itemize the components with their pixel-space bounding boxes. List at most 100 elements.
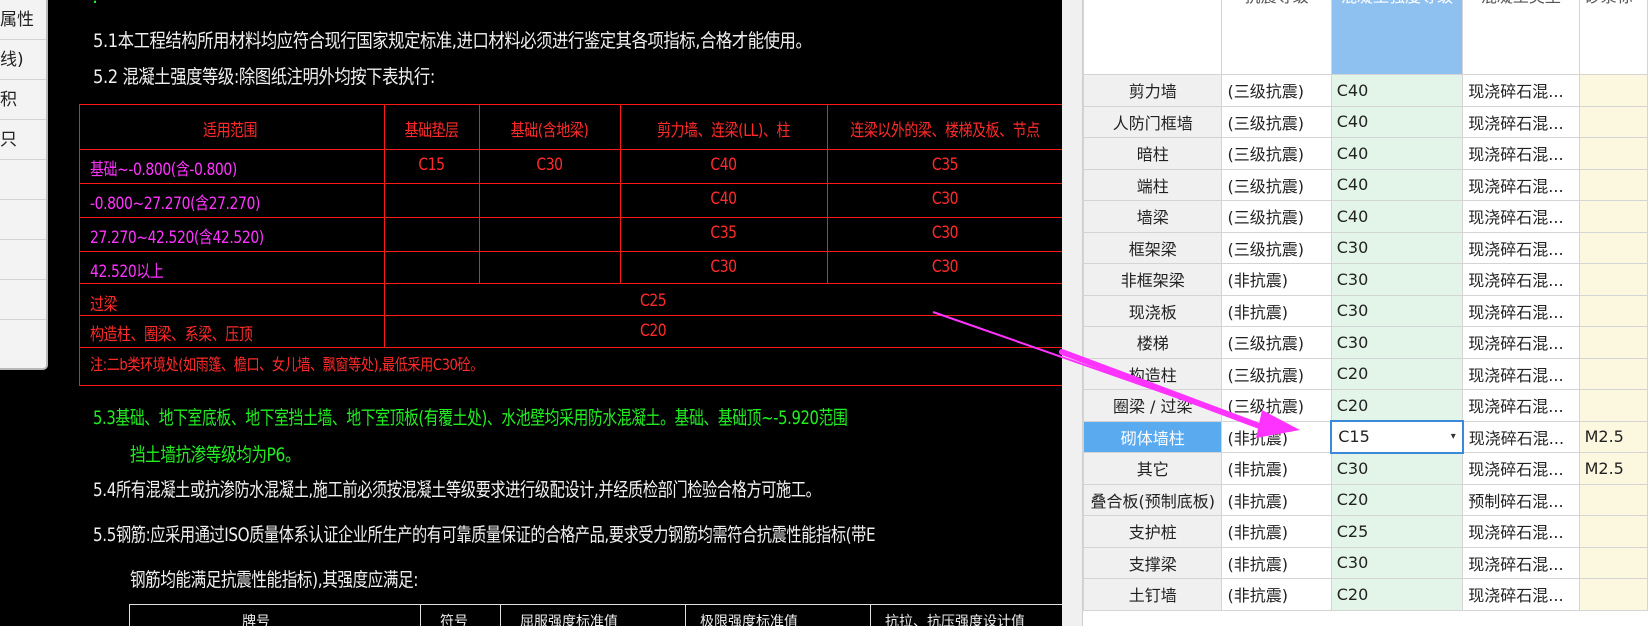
concrete-type-cell[interactable]: 现浇碎石混... xyxy=(1462,137,1580,170)
grade-cell[interactable]: C30 xyxy=(1330,263,1464,296)
concrete-type-cell[interactable]: 预制碎石混... xyxy=(1462,483,1580,516)
grade-cell[interactable]: C40 xyxy=(1330,74,1464,107)
row-name-cell[interactable]: 叠合板(预制底板) xyxy=(1082,483,1223,516)
mortar-cell[interactable] xyxy=(1578,578,1648,611)
mortar-cell[interactable] xyxy=(1578,105,1648,138)
concrete-type-cell[interactable]: 现浇碎石混... xyxy=(1462,578,1580,611)
row-name-cell[interactable]: 人防门框墙 xyxy=(1082,105,1223,138)
grid-row[interactable]: 圈梁 / 过梁 (三级抗震) C20 现浇碎石混... xyxy=(1082,389,1648,422)
mortar-cell[interactable] xyxy=(1578,200,1648,233)
row-name-cell[interactable]: 端柱 xyxy=(1082,168,1223,201)
grade-cell[interactable]: C25 xyxy=(1330,515,1464,548)
seismic-cell[interactable]: (三级抗震) xyxy=(1221,231,1332,264)
concrete-type-cell[interactable]: 现浇碎石混... xyxy=(1462,105,1580,138)
grid-row[interactable]: 砌体墙柱 (非抗震) C15 ▾ 现浇碎石混... M2.5 xyxy=(1082,420,1648,454)
grid-row[interactable]: 支护桩 (非抗震) C25 现浇碎石混... xyxy=(1082,515,1648,548)
grid-row[interactable]: 土钉墙 (非抗震) C20 现浇碎石混... xyxy=(1082,578,1648,611)
grid-row[interactable]: 剪力墙 (三级抗震) C40 现浇碎石混... xyxy=(1082,74,1648,107)
grid-row[interactable]: 现浇板 (非抗震) C30 现浇碎石混... xyxy=(1082,294,1648,327)
grade-cell[interactable]: C30 xyxy=(1330,452,1464,485)
grade-cell[interactable]: C20 xyxy=(1330,357,1464,390)
seismic-cell[interactable]: (三级抗震) xyxy=(1221,389,1332,422)
cad-drawing-canvas[interactable]: . 5.1本工程结构所用材料均应符合现行国家规定标准,进口材料必须进行鉴定其各项… xyxy=(0,0,1062,626)
mortar-cell[interactable] xyxy=(1578,389,1648,422)
mortar-cell[interactable]: M2.5 xyxy=(1578,452,1648,485)
property-panel-item[interactable]: 只 xyxy=(0,120,46,160)
seismic-cell[interactable]: (非抗震) xyxy=(1221,515,1332,548)
grid-row[interactable]: 叠合板(预制底板) (非抗震) C20 预制碎石混... xyxy=(1082,483,1648,516)
concrete-type-cell[interactable]: 现浇碎石混... xyxy=(1462,420,1580,453)
grade-cell[interactable]: C40 xyxy=(1330,168,1464,201)
row-name-cell[interactable]: 圈梁 / 过梁 xyxy=(1082,389,1223,422)
row-name-cell[interactable]: 支护桩 xyxy=(1082,515,1223,548)
seismic-cell[interactable]: (三级抗震) xyxy=(1221,137,1332,170)
seismic-cell[interactable]: (非抗震) xyxy=(1221,294,1332,327)
seismic-cell[interactable]: (三级抗震) xyxy=(1221,326,1332,359)
seismic-cell[interactable]: (三级抗震) xyxy=(1221,200,1332,233)
row-name-cell[interactable]: 墙梁 xyxy=(1082,200,1223,233)
column-header-seismic[interactable]: 抗震等级 xyxy=(1221,0,1332,75)
grid-row[interactable]: 支撑梁 (非抗震) C30 现浇碎石混... xyxy=(1082,546,1648,579)
concrete-type-cell[interactable]: 现浇碎石混... xyxy=(1462,200,1580,233)
grid-row[interactable]: 构造柱 (三级抗震) C20 现浇碎石混... xyxy=(1082,357,1648,390)
seismic-cell[interactable]: (非抗震) xyxy=(1221,420,1332,453)
row-name-cell[interactable]: 楼梯 xyxy=(1082,326,1223,359)
grade-cell[interactable]: C30 xyxy=(1330,326,1464,359)
row-name-cell[interactable]: 非框架梁 xyxy=(1082,263,1223,296)
seismic-cell[interactable]: (三级抗震) xyxy=(1221,105,1332,138)
row-name-cell[interactable]: 暗柱 xyxy=(1082,137,1223,170)
seismic-cell[interactable]: (非抗震) xyxy=(1221,452,1332,485)
property-panel-item[interactable] xyxy=(0,320,46,360)
concrete-type-cell[interactable]: 现浇碎石混... xyxy=(1462,452,1580,485)
property-panel-item[interactable] xyxy=(0,280,46,320)
row-name-cell[interactable]: 剪力墙 xyxy=(1082,74,1223,107)
mortar-cell[interactable] xyxy=(1578,294,1648,327)
property-panel-item[interactable] xyxy=(0,240,46,280)
grid-row[interactable]: 框架梁 (三级抗震) C30 现浇碎石混... xyxy=(1082,231,1648,264)
mortar-cell[interactable] xyxy=(1578,74,1648,107)
property-panel-item[interactable] xyxy=(0,200,46,240)
property-panel-item[interactable] xyxy=(0,160,46,200)
seismic-cell[interactable]: (非抗震) xyxy=(1221,546,1332,579)
property-panel-item[interactable]: 属性 xyxy=(0,0,46,40)
chevron-down-icon[interactable]: ▾ xyxy=(1451,431,1456,442)
mortar-cell[interactable]: M2.5 xyxy=(1578,420,1648,453)
mortar-cell[interactable] xyxy=(1578,515,1648,548)
grade-cell[interactable]: C40 xyxy=(1330,137,1464,170)
grade-cell[interactable]: C20 xyxy=(1330,389,1464,422)
mortar-cell[interactable] xyxy=(1578,263,1648,296)
seismic-cell[interactable]: (三级抗震) xyxy=(1221,168,1332,201)
mortar-cell[interactable] xyxy=(1578,168,1648,201)
grid-row[interactable]: 人防门框墙 (三级抗震) C40 现浇碎石混... xyxy=(1082,105,1648,138)
grade-select[interactable]: C15 ▾ xyxy=(1333,423,1461,451)
grid-row[interactable]: 端柱 (三级抗震) C40 现浇碎石混... xyxy=(1082,168,1648,201)
property-panel-item[interactable]: 积 xyxy=(0,80,46,120)
mortar-cell[interactable] xyxy=(1578,546,1648,579)
property-panel-item[interactable]: 线) xyxy=(0,40,46,80)
concrete-type-cell[interactable]: 现浇碎石混... xyxy=(1462,294,1580,327)
grid-row[interactable]: 墙梁 (三级抗震) C40 现浇碎石混... xyxy=(1082,200,1648,233)
grid-row[interactable]: 其它 (非抗震) C30 现浇碎石混... M2.5 xyxy=(1082,452,1648,485)
seismic-cell[interactable]: (三级抗震) xyxy=(1221,74,1332,107)
grade-cell[interactable]: C20 xyxy=(1330,483,1464,516)
mortar-cell[interactable] xyxy=(1578,231,1648,264)
grade-cell[interactable]: C30 xyxy=(1330,294,1464,327)
column-header-mortar[interactable]: 砂浆标 xyxy=(1578,0,1648,75)
mortar-cell[interactable] xyxy=(1578,137,1648,170)
concrete-type-cell[interactable]: 现浇碎石混... xyxy=(1462,546,1580,579)
grid-row[interactable]: 楼梯 (三级抗震) C30 现浇碎石混... xyxy=(1082,326,1648,359)
concrete-type-cell[interactable]: 现浇碎石混... xyxy=(1462,231,1580,264)
seismic-cell[interactable]: (非抗震) xyxy=(1221,578,1332,611)
mortar-cell[interactable] xyxy=(1578,483,1648,516)
grid-row[interactable]: 暗柱 (三级抗震) C40 现浇碎石混... xyxy=(1082,137,1648,170)
seismic-cell[interactable]: (非抗震) xyxy=(1221,263,1332,296)
column-header-concrete-type[interactable]: 混凝土类型 xyxy=(1462,0,1580,75)
concrete-type-cell[interactable]: 现浇碎石混... xyxy=(1462,515,1580,548)
grade-dropdown[interactable]: C15 ▾ xyxy=(1330,420,1464,454)
concrete-type-cell[interactable]: 现浇碎石混... xyxy=(1462,389,1580,422)
grade-cell[interactable]: C40 xyxy=(1330,105,1464,138)
concrete-type-cell[interactable]: 现浇碎石混... xyxy=(1462,263,1580,296)
seismic-cell[interactable]: (三级抗震) xyxy=(1221,357,1332,390)
grid-row[interactable]: 非框架梁 (非抗震) C30 现浇碎石混... xyxy=(1082,263,1648,296)
mortar-cell[interactable] xyxy=(1578,357,1648,390)
